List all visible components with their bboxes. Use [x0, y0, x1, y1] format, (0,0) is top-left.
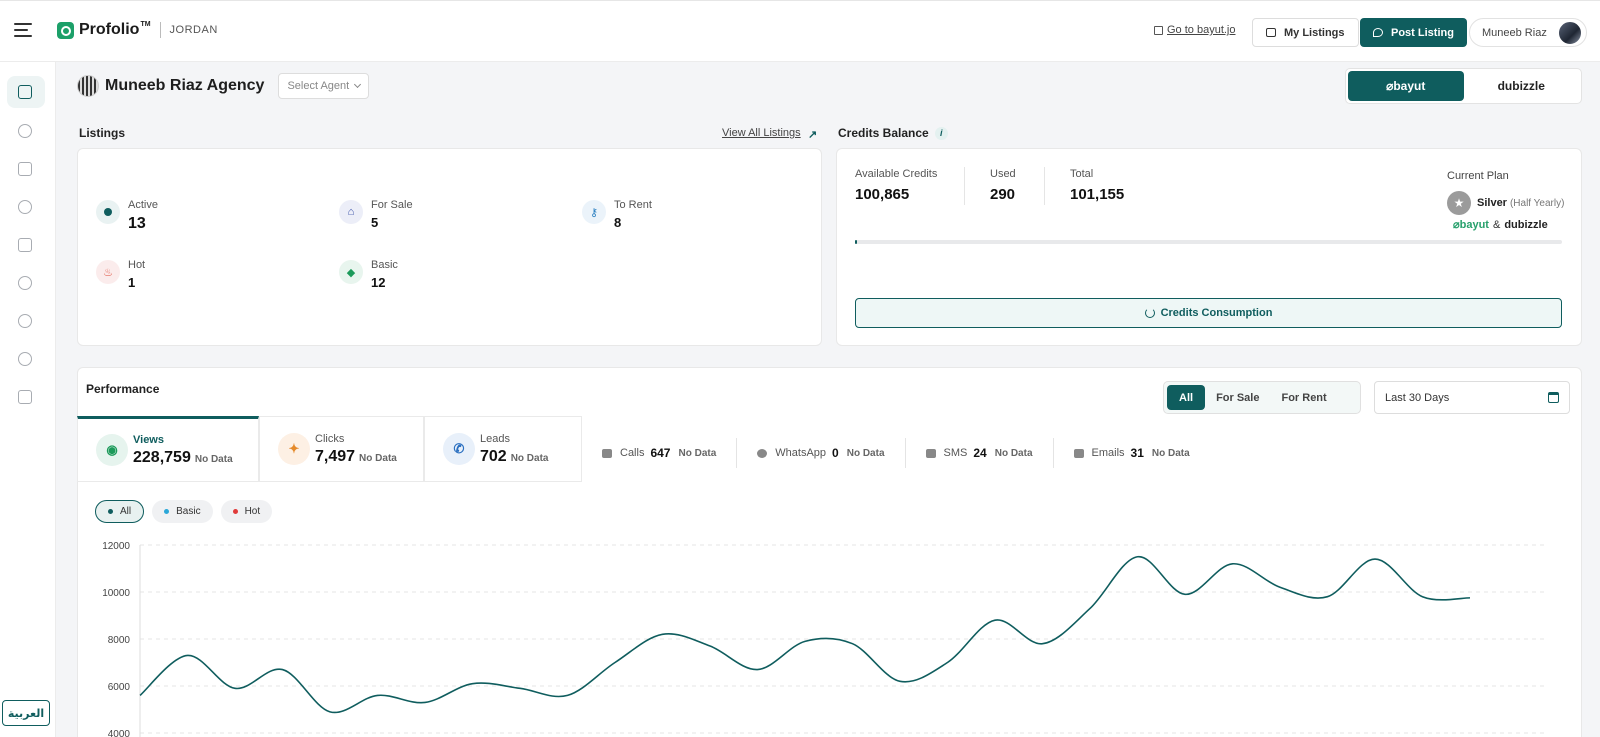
credits-progress-bar: [855, 240, 1562, 244]
y-tick-label: 4000: [108, 729, 131, 737]
chip-all[interactable]: All: [95, 500, 145, 523]
performance-filter: All For Sale For Rent: [1163, 381, 1361, 414]
stat-hot[interactable]: ♨ Hot 1: [96, 259, 145, 290]
total-credits: Total 101,155: [1070, 168, 1125, 203]
my-listings-button[interactable]: My Listings: [1252, 18, 1359, 47]
brand-logo[interactable]: ProfolioTM JORDAN: [57, 21, 218, 39]
select-agent-dropdown[interactable]: Select Agent: [278, 73, 370, 99]
calendar-icon: [1548, 392, 1559, 403]
top-bar: ProfolioTM JORDAN Go to bayut.jo My List…: [0, 0, 1600, 62]
platform-dubizzle-tab[interactable]: dubizzle: [1464, 71, 1580, 101]
sidebar-item-settings-icon[interactable]: [18, 352, 32, 366]
performance-title: Performance: [86, 382, 160, 396]
lead-breakdown: Calls 647 No Data WhatsApp 0 No Data SMS 24 No…: [602, 438, 1230, 468]
y-tick-label: 12000: [102, 541, 130, 552]
chart-series-chips: All Basic Hot: [95, 500, 280, 523]
series-line-views: [139, 555, 1471, 714]
sub-metric-calls: Calls 647 No Data: [602, 438, 738, 468]
stat-to-rent[interactable]: ⚷ To Rent 8: [582, 199, 652, 230]
filter-for-sale[interactable]: For Sale: [1205, 385, 1270, 410]
phone-icon: [602, 448, 612, 458]
stat-for-sale[interactable]: ⌂ For Sale 5: [339, 199, 413, 230]
sidebar-item-bag-icon[interactable]: [18, 390, 32, 404]
credits-consumption-button[interactable]: Credits Consumption: [855, 298, 1562, 328]
avatar: [1556, 19, 1583, 46]
active-icon: [96, 200, 120, 224]
chip-hot[interactable]: Hot: [220, 500, 273, 523]
sidebar-item-add-listing-icon[interactable]: [18, 124, 32, 138]
sub-metric-sms: SMS 24 No Data: [925, 438, 1054, 468]
plan-badge: ★ Silver (Half Yearly): [1447, 191, 1564, 215]
user-menu[interactable]: Muneeb Riaz: [1469, 18, 1587, 47]
info-icon[interactable]: i: [934, 126, 948, 140]
filter-all[interactable]: All: [1167, 385, 1206, 410]
mail-icon: [1073, 448, 1084, 458]
flame-icon: ♨: [96, 260, 120, 284]
y-tick-label: 10000: [102, 588, 130, 599]
agency-header: Muneeb Riaz Agency Select Agent: [77, 73, 370, 99]
sidebar-item-users-icon[interactable]: [18, 314, 32, 328]
metric-clicks[interactable]: ✦ Clicks 7,497 No Data: [259, 416, 424, 482]
layers-icon: ◆: [339, 260, 363, 284]
external-link-icon: [1154, 25, 1163, 35]
agency-logo: [77, 75, 99, 97]
logo-icon: [57, 21, 74, 39]
home-icon: ⌂: [339, 200, 363, 224]
view-all-listings-link[interactable]: View All Listings: [722, 127, 801, 139]
platform-switch: ⌀bayut dubizzle: [1345, 68, 1582, 104]
metric-views[interactable]: ◉ Views 228,759 No Data: [77, 416, 259, 482]
credits-title: Credits Balance i: [838, 126, 948, 140]
divider: [1044, 167, 1045, 205]
used-credits: Used 290: [990, 168, 1016, 203]
current-plan-label: Current Plan: [1447, 170, 1509, 182]
eye-icon: ◉: [96, 434, 128, 466]
y-tick-label: 8000: [108, 635, 131, 646]
sidebar: العربية: [0, 62, 56, 737]
listings-card: [77, 148, 822, 346]
arrow-up-right-icon: ↗: [808, 129, 818, 141]
key-icon: ⚷: [582, 200, 606, 224]
available-credits: Available Credits 100,865: [855, 168, 938, 203]
whatsapp-icon: [757, 448, 768, 458]
platform-bayut-tab[interactable]: ⌀bayut: [1348, 71, 1464, 101]
sidebar-item-dashboard[interactable]: [7, 76, 45, 108]
views-line-chart: 12000 10000 8000 6000 4000: [102, 541, 1545, 737]
listings-title: Listings: [79, 126, 126, 140]
plan-brands: ⌀bayut & dubizzle: [1453, 218, 1548, 232]
agency-name: Muneeb Riaz Agency: [105, 77, 265, 94]
stat-active[interactable]: Active 13: [96, 199, 158, 233]
credits-progress-fill: [855, 240, 858, 244]
star-icon: ★: [1447, 191, 1471, 215]
metric-leads[interactable]: ✆ Leads 702 No Data: [424, 416, 582, 482]
building-icon: [1266, 28, 1276, 37]
message-icon: [925, 448, 936, 458]
divider: [964, 167, 965, 205]
user-name: Muneeb Riaz: [1482, 26, 1547, 39]
refresh-icon: [1144, 308, 1155, 318]
dashboard-icon: [18, 85, 32, 99]
y-tick-label: 6000: [108, 682, 131, 693]
stat-basic[interactable]: ◆ Basic 12: [339, 259, 398, 290]
add-pin-icon: [1373, 28, 1383, 37]
country-label: JORDAN: [169, 24, 218, 36]
goto-bayut-link[interactable]: Go to bayut.jo: [1154, 24, 1236, 36]
logo-divider: [159, 22, 161, 38]
filter-for-rent[interactable]: For Rent: [1270, 385, 1337, 410]
menu-icon[interactable]: [14, 23, 32, 37]
sidebar-item-leads-icon[interactable]: [18, 200, 32, 214]
post-listing-button[interactable]: Post Listing: [1360, 18, 1467, 47]
phone-icon: ✆: [443, 433, 475, 465]
brand-name: ProfolioTM: [79, 21, 151, 38]
sidebar-item-messages-icon[interactable]: [18, 238, 32, 252]
language-toggle[interactable]: العربية: [2, 700, 50, 726]
chevron-down-icon: [354, 80, 362, 89]
sub-metric-emails: Emails 31 No Data: [1073, 438, 1210, 468]
date-range-picker[interactable]: Last 30 Days: [1374, 381, 1570, 414]
sidebar-item-listings-icon[interactable]: [18, 162, 32, 176]
sub-metric-whatsapp: WhatsApp 0 No Data: [757, 438, 906, 468]
pointer-click-icon: ✦: [278, 433, 310, 465]
chip-basic[interactable]: Basic: [152, 500, 213, 523]
sidebar-item-reports-icon[interactable]: [18, 276, 32, 290]
